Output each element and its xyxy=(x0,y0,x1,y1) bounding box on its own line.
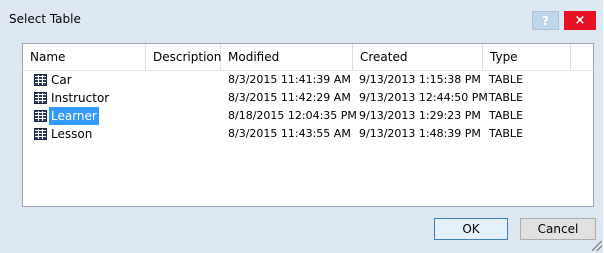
cancel-button[interactable]: Cancel xyxy=(520,218,596,240)
table-icon xyxy=(34,74,47,86)
table-row[interactable]: Lesson 8/3/2015 11:43:55 AM 9/13/2013 1:… xyxy=(23,125,593,143)
row-created: 9/13/2013 12:44:50 PM xyxy=(359,91,488,104)
table-list[interactable]: Name Description Modified Created Type C… xyxy=(22,43,594,207)
row-name: Learner xyxy=(49,107,99,125)
close-button[interactable]: × xyxy=(564,11,596,30)
row-created: 9/13/2013 1:15:38 PM xyxy=(359,73,481,86)
table-row[interactable]: Learner 8/18/2015 12:04:35 PM 9/13/2013 … xyxy=(23,107,593,125)
list-header: Name Description Modified Created Type xyxy=(23,44,593,71)
row-modified: 8/3/2015 11:43:55 AM xyxy=(228,127,351,140)
column-header-type[interactable]: Type xyxy=(483,44,571,70)
row-name: Instructor xyxy=(51,91,110,105)
row-name: Car xyxy=(51,73,72,87)
table-icon xyxy=(34,110,47,122)
row-modified: 8/3/2015 11:41:39 AM xyxy=(228,73,351,86)
row-name: Lesson xyxy=(51,127,93,141)
row-type: TABLE xyxy=(489,109,524,122)
column-header-name[interactable]: Name xyxy=(23,44,146,70)
table-row[interactable]: Instructor 8/3/2015 11:42:29 AM 9/13/201… xyxy=(23,89,593,107)
row-created: 9/13/2013 1:29:23 PM xyxy=(359,109,481,122)
row-type: TABLE xyxy=(489,91,524,104)
row-type: TABLE xyxy=(489,73,524,86)
row-modified: 8/18/2015 12:04:35 PM xyxy=(228,109,357,122)
column-header-description[interactable]: Description xyxy=(146,44,221,70)
ok-button[interactable]: OK xyxy=(434,218,508,240)
column-header-modified[interactable]: Modified xyxy=(221,44,353,70)
row-created: 9/13/2013 1:48:39 PM xyxy=(359,127,481,140)
close-icon: × xyxy=(574,13,586,28)
help-icon: ? xyxy=(542,13,549,28)
table-row[interactable]: Car 8/3/2015 11:41:39 AM 9/13/2013 1:15:… xyxy=(23,71,593,89)
row-type: TABLE xyxy=(489,127,524,140)
row-modified: 8/3/2015 11:42:29 AM xyxy=(228,91,351,104)
help-button[interactable]: ? xyxy=(532,11,559,30)
select-table-dialog: Select Table ? × Name Description Modifi… xyxy=(0,0,603,253)
window-title: Select Table xyxy=(9,12,81,26)
column-header-created[interactable]: Created xyxy=(353,44,483,70)
resize-grip-icon[interactable] xyxy=(592,241,602,251)
table-icon xyxy=(34,92,47,104)
title-bar: Select Table ? × xyxy=(0,0,603,36)
table-icon xyxy=(34,128,47,140)
